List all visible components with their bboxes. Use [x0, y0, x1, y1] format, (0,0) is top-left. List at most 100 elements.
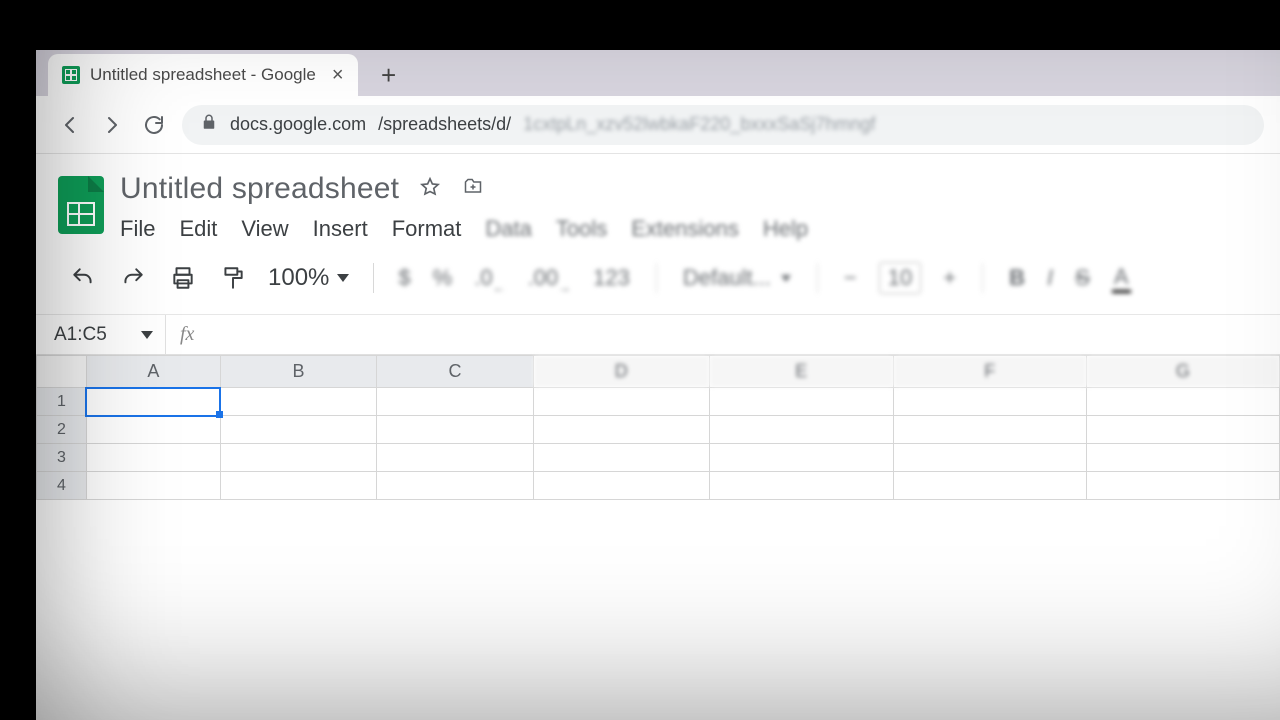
- menu-insert[interactable]: Insert: [313, 216, 368, 242]
- star-icon[interactable]: [419, 176, 441, 203]
- caret-down-icon: [141, 331, 153, 339]
- cell-F2[interactable]: [893, 416, 1086, 444]
- menu-edit[interactable]: Edit: [179, 216, 217, 242]
- italic-button[interactable]: I: [1047, 265, 1053, 291]
- menu-view[interactable]: View: [241, 216, 288, 242]
- cell-A4[interactable]: [86, 472, 220, 500]
- col-header-A[interactable]: A: [86, 356, 220, 388]
- cell-G2[interactable]: [1086, 416, 1279, 444]
- cell-G1[interactable]: [1086, 388, 1279, 416]
- cell-B4[interactable]: [220, 472, 376, 500]
- currency-button[interactable]: $: [398, 265, 410, 291]
- cell-D4[interactable]: [533, 472, 709, 500]
- cell-D3[interactable]: [533, 444, 709, 472]
- cell-G3[interactable]: [1086, 444, 1279, 472]
- cell-C3[interactable]: [377, 444, 534, 472]
- cell-A1[interactable]: [86, 388, 220, 416]
- cell-G4[interactable]: [1086, 472, 1279, 500]
- zoom-value: 100%: [268, 264, 329, 292]
- cell-E3[interactable]: [709, 444, 893, 472]
- cell-A3[interactable]: [86, 444, 220, 472]
- forward-button[interactable]: [98, 111, 126, 139]
- undo-button[interactable]: [68, 263, 98, 293]
- row-header-1[interactable]: 1: [37, 388, 87, 416]
- name-box-value: A1:C5: [54, 324, 107, 346]
- menu-format[interactable]: Format: [392, 216, 462, 242]
- row-header-2[interactable]: 2: [37, 416, 87, 444]
- font-family-label: Default...: [683, 265, 771, 291]
- col-header-G[interactable]: G: [1086, 356, 1279, 388]
- number-format-button[interactable]: 123: [593, 265, 630, 291]
- col-header-E[interactable]: E: [709, 356, 893, 388]
- reload-button[interactable]: [140, 111, 168, 139]
- row-header-4[interactable]: 4: [37, 472, 87, 500]
- spreadsheet-grid[interactable]: A B C D E F G 1: [36, 355, 1280, 720]
- cell-F3[interactable]: [893, 444, 1086, 472]
- cell-A2[interactable]: [86, 416, 220, 444]
- fx-icon: fx: [166, 323, 208, 346]
- toolbar: 100% $ % .0← .00→ 123 Default... − 10 +: [36, 254, 1280, 315]
- browser-tab[interactable]: Untitled spreadsheet - Google ×: [48, 54, 358, 96]
- browser-toolbar: docs.google.com/spreadsheets/d/1cxtpLn_x…: [36, 96, 1280, 154]
- font-size-input[interactable]: 10: [879, 262, 921, 294]
- lock-icon: [200, 113, 218, 136]
- back-button[interactable]: [56, 111, 84, 139]
- col-header-C[interactable]: C: [377, 356, 534, 388]
- font-size-minus[interactable]: −: [844, 265, 857, 291]
- cell-C4[interactable]: [377, 472, 534, 500]
- row-header-3[interactable]: 3: [37, 444, 87, 472]
- sheets-logo[interactable]: [58, 176, 104, 234]
- redo-button[interactable]: [118, 263, 148, 293]
- select-all-corner[interactable]: [37, 356, 87, 388]
- document-title[interactable]: Untitled spreadsheet: [120, 172, 399, 206]
- bold-button[interactable]: B: [1009, 265, 1025, 291]
- cell-E1[interactable]: [709, 388, 893, 416]
- toolbar-divider: [982, 263, 983, 293]
- cell-C1[interactable]: [377, 388, 534, 416]
- close-tab-icon[interactable]: ×: [332, 65, 344, 85]
- caret-down-icon: [337, 274, 349, 282]
- decrease-decimal-button[interactable]: .0←: [474, 265, 505, 291]
- cell-E2[interactable]: [709, 416, 893, 444]
- strikethrough-button[interactable]: S: [1075, 265, 1090, 291]
- menu-bar: File Edit View Insert Format Data Tools …: [120, 212, 808, 254]
- cell-F4[interactable]: [893, 472, 1086, 500]
- increase-decimal-button[interactable]: .00→: [528, 265, 572, 291]
- font-size-plus[interactable]: +: [943, 265, 956, 291]
- new-tab-button[interactable]: +: [372, 58, 406, 92]
- url-path: /spreadsheets/d/: [378, 114, 511, 135]
- formula-bar-row: A1:C5 fx: [36, 315, 1280, 355]
- col-header-D[interactable]: D: [533, 356, 709, 388]
- menu-tools[interactable]: Tools: [556, 216, 607, 242]
- cell-B1[interactable]: [220, 388, 376, 416]
- font-family-dropdown[interactable]: Default...: [683, 265, 791, 291]
- cell-E4[interactable]: [709, 472, 893, 500]
- toolbar-divider: [656, 263, 657, 293]
- cell-D2[interactable]: [533, 416, 709, 444]
- menu-help[interactable]: Help: [763, 216, 808, 242]
- percent-button[interactable]: %: [433, 265, 453, 291]
- cell-F1[interactable]: [893, 388, 1086, 416]
- address-bar[interactable]: docs.google.com/spreadsheets/d/1cxtpLn_x…: [182, 105, 1264, 145]
- cell-D1[interactable]: [533, 388, 709, 416]
- text-color-button[interactable]: A: [1112, 264, 1131, 293]
- paint-format-button[interactable]: [218, 263, 248, 293]
- menu-data[interactable]: Data: [485, 216, 531, 242]
- menu-file[interactable]: File: [120, 216, 155, 242]
- tab-title: Untitled spreadsheet - Google: [90, 65, 316, 85]
- cell-C2[interactable]: [377, 416, 534, 444]
- col-header-F[interactable]: F: [893, 356, 1086, 388]
- menu-extensions[interactable]: Extensions: [631, 216, 739, 242]
- url-host: docs.google.com: [230, 114, 366, 135]
- caret-down-icon: [781, 275, 791, 282]
- cell-B2[interactable]: [220, 416, 376, 444]
- print-button[interactable]: [168, 263, 198, 293]
- move-icon[interactable]: [461, 177, 485, 202]
- browser-tabstrip: Untitled spreadsheet - Google × +: [36, 50, 1280, 96]
- cell-B3[interactable]: [220, 444, 376, 472]
- col-header-B[interactable]: B: [220, 356, 376, 388]
- name-box[interactable]: A1:C5: [36, 315, 166, 354]
- toolbar-divider: [817, 263, 818, 293]
- zoom-dropdown[interactable]: 100%: [268, 264, 349, 292]
- formula-bar[interactable]: [208, 315, 1280, 354]
